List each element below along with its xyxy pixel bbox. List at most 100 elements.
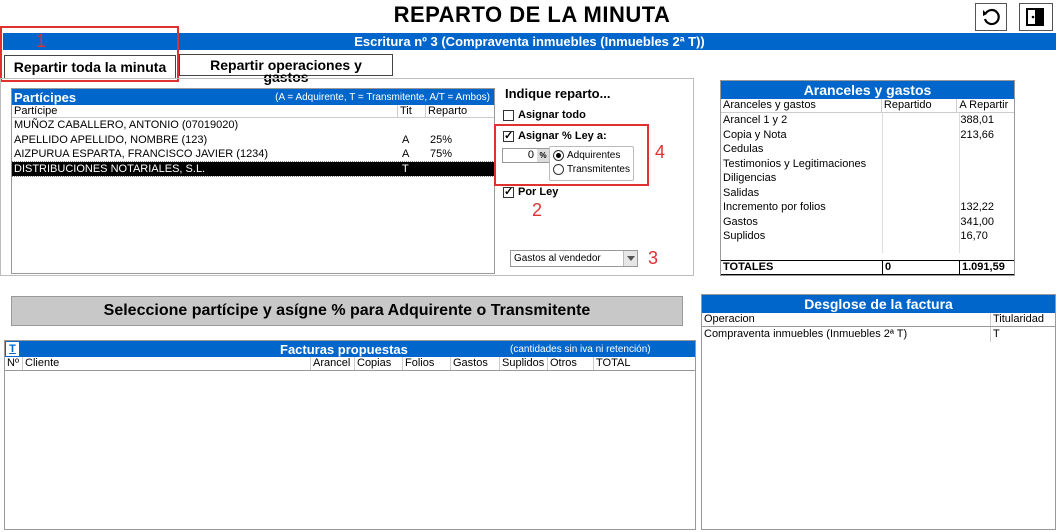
arancel-a-repartir: 388,01 — [960, 114, 995, 126]
arancel-repartido — [882, 215, 958, 230]
exit-button[interactable] — [1019, 3, 1053, 31]
col-otros[interactable]: Otros — [548, 357, 594, 370]
arancel-repartido — [882, 200, 958, 215]
annotation-number-4: 4 — [655, 142, 666, 162]
col-operacion[interactable]: Operacion — [702, 313, 991, 326]
table-row[interactable]: APELLIDO APELLIDO, NOMBRE (123) A 25% — [12, 133, 494, 148]
table-row-selected[interactable]: DISTRIBUCIONES NOTARIALES, S.L. T — [11, 160, 495, 177]
arancel-a-repartir — [958, 186, 1014, 201]
arancel-name: Suplidos — [723, 230, 766, 242]
table-row[interactable]: Compraventa inmuebles (Inmuebles 2ª T) T — [702, 327, 1055, 342]
arancel-name: Salidas — [723, 186, 760, 199]
annotation-number-1: 1 — [36, 31, 47, 51]
participe-tit — [400, 118, 428, 133]
arancel-repartido — [882, 186, 958, 201]
totales-repartido: 0 — [883, 261, 960, 274]
asignar-ley-check[interactable] — [503, 129, 514, 142]
col-a-repartir[interactable]: A Repartir — [957, 99, 1014, 112]
col-numero[interactable]: Nº — [5, 357, 23, 370]
table-row[interactable]: Cedulas — [721, 142, 1014, 157]
adquirentes-radio[interactable] — [553, 150, 564, 161]
chevron-down-icon[interactable] — [623, 251, 637, 266]
ley-radio-group: Adquirentes Transmitentes — [549, 146, 634, 181]
asignar-todo-check[interactable] — [503, 109, 514, 121]
col-gastos[interactable]: Gastos — [451, 357, 500, 370]
totales-a-repartir: 1.091,59 — [962, 261, 1005, 273]
col-participe[interactable]: Partícipe — [12, 105, 398, 117]
col-arancel[interactable]: Arancel — [311, 357, 355, 370]
asignar-todo-label: Asignar todo — [518, 109, 586, 121]
arancel-name: Testimonios y Legitimaciones — [723, 157, 867, 170]
por-ley-label: Por Ley — [518, 186, 559, 198]
table-row[interactable]: Salidas — [721, 186, 1014, 201]
participes-columns: Partícipe Tit Reparto — [12, 105, 494, 118]
pct-value[interactable]: 0 — [503, 149, 537, 162]
arancel-name: Gastos — [723, 215, 758, 228]
column-divider — [959, 113, 960, 253]
participes-panel: Partícipes (A = Adquirente, T = Transmit… — [11, 88, 495, 274]
participes-title: Partícipes — [14, 89, 77, 105]
arancel-repartido — [882, 142, 958, 157]
col-repartido[interactable]: Repartido — [882, 99, 958, 112]
facturas-note: (cantidades sin iva ni retención) — [510, 343, 651, 355]
col-total[interactable]: TOTAL — [594, 357, 684, 370]
col-copias[interactable]: Copias — [355, 357, 403, 370]
participe-name: AIZPURUA ESPARTA, FRANCISCO JAVIER (1234… — [14, 148, 269, 160]
arancel-a-repartir: 132,22 — [960, 201, 995, 213]
col-cliente[interactable]: Cliente — [23, 357, 311, 370]
aranceles-body: Arancel 1 y 2 388,01 Copia y Nota 213,66 C… — [721, 113, 1014, 253]
transmitentes-radio[interactable] — [553, 164, 564, 175]
table-row[interactable]: Gastos 341,00 — [721, 215, 1014, 230]
col-folios[interactable]: Folios — [403, 357, 451, 370]
repartir-toda-button[interactable]: Repartir toda la minuta — [4, 55, 176, 79]
transmitentes-label: Transmitentes — [567, 164, 630, 175]
table-row[interactable]: MUÑOZ CABALLERO, ANTONIO (07019020) — [12, 118, 494, 133]
transmitentes-option[interactable]: Transmitentes — [553, 164, 633, 175]
col-reparto[interactable]: Reparto — [426, 105, 494, 117]
desglose-operacion: Compraventa inmuebles (Inmuebles 2ª T) — [702, 327, 991, 342]
col-aranceles[interactable]: Aranceles y gastos — [721, 99, 882, 112]
aranceles-title: Aranceles y gastos — [721, 81, 1014, 99]
table-row[interactable]: Copia y Nota 213,66 — [721, 128, 1014, 143]
table-row[interactable]: Arancel 1 y 2 388,01 — [721, 113, 1014, 128]
arancel-name: Arancel 1 y 2 — [723, 114, 788, 126]
totales-row: TOTALES 0 1.091,59 — [721, 260, 1014, 275]
table-row[interactable]: AIZPURUA ESPARTA, FRANCISCO JAVIER (1234… — [12, 147, 494, 162]
table-row[interactable]: Diligencias — [721, 171, 1014, 186]
participe-name: DISTRIBUCIONES NOTARIALES, S.L. — [14, 162, 206, 175]
table-row[interactable]: Testimonios y Legitimaciones — [721, 157, 1014, 172]
pct-input[interactable]: 0 % — [502, 148, 550, 163]
reparto-heading: Indique reparto... — [505, 86, 611, 101]
asignar-todo-checkbox[interactable]: Asignar todo — [503, 109, 586, 121]
facturas-panel: T Facturas propuestas (cantidades sin iv… — [4, 340, 696, 530]
participe-reparto: 75% — [430, 148, 453, 160]
status-message: Seleccione partícipe y asígne % para Adq… — [11, 296, 683, 326]
col-titularidad[interactable]: Titularidad — [991, 313, 1055, 326]
table-row[interactable]: Incremento por folios 132,22 — [721, 200, 1014, 215]
arancel-repartido — [882, 157, 958, 172]
adquirentes-option[interactable]: Adquirentes — [553, 150, 633, 161]
participe-tit: T — [402, 162, 409, 175]
facturas-columns: Nº Cliente Arancel Copias Folios Gastos … — [5, 357, 695, 371]
table-row[interactable]: Suplidos 16,70 — [721, 229, 1014, 244]
arancel-name: Cedulas — [723, 143, 764, 155]
undo-button[interactable] — [975, 3, 1007, 31]
t-button[interactable]: T — [6, 342, 19, 356]
arancel-name: Incremento por folios — [723, 201, 826, 213]
col-suplidos[interactable]: Suplidos — [500, 357, 548, 370]
gastos-select[interactable]: Gastos al vendedor — [510, 250, 638, 267]
participe-name: MUÑOZ CABALLERO, ANTONIO (07019020) — [14, 119, 239, 131]
repartir-operaciones-button[interactable]: Repartir operaciones y gastos — [179, 54, 393, 84]
annotation-number-3: 3 — [648, 248, 659, 268]
arancel-a-repartir: 213,66 — [960, 128, 995, 141]
col-tit[interactable]: Tit — [398, 105, 426, 117]
annotation-number-2: 2 — [532, 200, 543, 220]
arancel-name: Diligencias — [723, 172, 777, 184]
arancel-repartido — [882, 229, 958, 244]
por-ley-checkbox[interactable]: Por Ley — [503, 185, 559, 198]
exit-door-icon — [1026, 8, 1044, 26]
adquirentes-label: Adquirentes — [567, 150, 621, 161]
participe-tit: A — [402, 133, 410, 146]
asignar-ley-checkbox[interactable]: Asignar % Ley a: — [503, 129, 607, 142]
por-ley-check[interactable] — [503, 185, 514, 198]
